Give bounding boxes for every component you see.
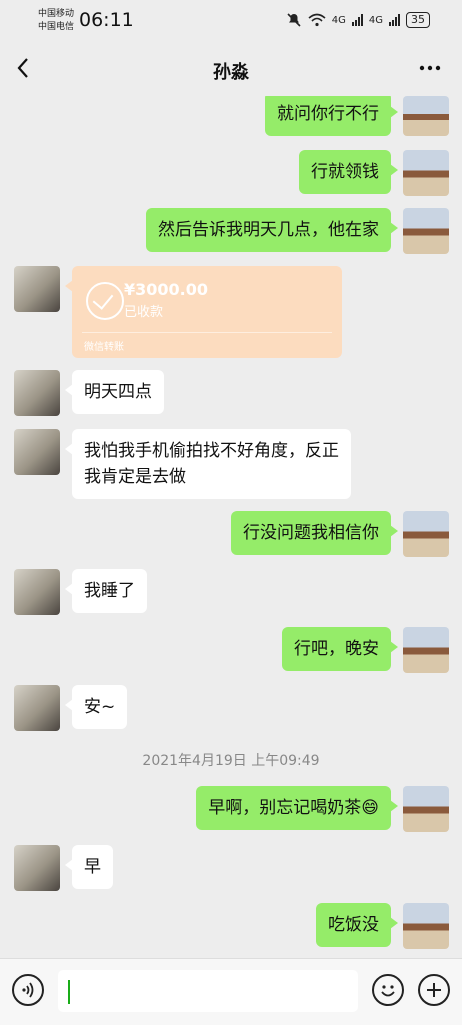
avatar[interactable] — [14, 569, 60, 615]
message-bubble[interactable]: 行吧，晚安 — [282, 627, 398, 671]
more-icon[interactable] — [416, 54, 444, 82]
message-list[interactable]: 就问你行不行 行就领钱 然后告诉我明天几点，他在家 ¥3000.00 已收款 微… — [0, 96, 462, 958]
avatar[interactable] — [14, 429, 60, 475]
battery-icon: 35 — [406, 12, 430, 28]
avatar[interactable] — [403, 150, 449, 196]
avatar[interactable] — [14, 845, 60, 891]
avatar[interactable] — [14, 685, 60, 731]
carrier-1: 中国移动 — [38, 9, 75, 19]
message-bubble[interactable]: 吃饭没 — [316, 903, 398, 947]
status-bar: 中国移动 中国电信 06:11 4G 4G 35 — [0, 0, 462, 44]
carrier-2: 中国电信 — [38, 22, 75, 32]
transfer-label: 微信转账 — [84, 342, 124, 353]
signal-icon — [389, 14, 400, 26]
avatar[interactable] — [14, 266, 60, 312]
network-type-1: 4G — [331, 14, 346, 26]
message-bubble[interactable]: 行就领钱 — [299, 150, 398, 194]
voice-button[interactable] — [12, 974, 44, 1006]
input-bar — [0, 958, 462, 1025]
signal-icon — [351, 14, 363, 26]
chat-header: 孙淼 — [0, 44, 462, 96]
avatar[interactable] — [403, 208, 449, 254]
plus-icon — [427, 983, 441, 997]
avatar[interactable] — [403, 511, 449, 557]
message-bubble[interactable]: 安~ — [64, 685, 128, 729]
transfer-card[interactable]: ¥3000.00 已收款 微信转账 — [65, 266, 342, 358]
network-type-2: 4G — [368, 14, 383, 26]
message-bubble[interactable]: 我睡了 — [65, 569, 147, 613]
message-bubble[interactable]: 早啊，别忘记喝奶茶😄 — [196, 786, 398, 830]
carrier-info: 中国移动 中国电信 — [38, 8, 74, 34]
avatar[interactable] — [403, 903, 449, 949]
transfer-status: 已收款 — [124, 305, 164, 320]
message-bubble[interactable]: 明天四点 — [65, 370, 164, 414]
emoji-icon — [381, 985, 395, 997]
status-icons: 4G 4G 35 — [286, 12, 430, 28]
avatar[interactable] — [14, 370, 60, 416]
status-time: 06:11 — [79, 9, 134, 31]
message-bubble[interactable]: 我怕我手机偷拍找不好角度，反正 我肯定是去做 — [65, 429, 351, 499]
avatar[interactable] — [403, 96, 449, 136]
message-input[interactable] — [58, 970, 358, 1012]
transfer-amount: ¥3000.00 — [124, 280, 209, 299]
chat-timestamp: 2021年4月19日 上午09:49 — [142, 753, 320, 769]
voice-icon — [22, 982, 34, 998]
divider — [82, 332, 332, 333]
message-bubble[interactable]: 然后告诉我明天几点，他在家 — [146, 208, 398, 252]
text-caret — [68, 980, 70, 1004]
emoji-button[interactable] — [372, 974, 404, 1006]
message-bubble[interactable]: 就问你行不行 — [265, 96, 398, 136]
avatar[interactable] — [403, 786, 449, 832]
check-icon — [86, 282, 124, 320]
chat-title: 孙淼 — [213, 62, 249, 83]
message-bubble[interactable]: 早 — [65, 845, 113, 889]
message-bubble[interactable]: 行没问题我相信你 — [231, 511, 398, 555]
wifi-icon — [308, 13, 326, 27]
avatar[interactable] — [403, 627, 449, 673]
mute-icon — [287, 13, 301, 27]
plus-button[interactable] — [418, 974, 450, 1006]
